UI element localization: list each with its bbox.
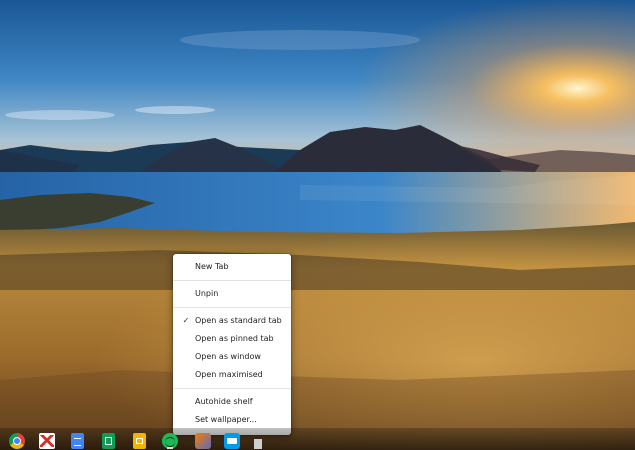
menu-item-label: Open as pinned tab — [195, 334, 274, 343]
menu-item-unpin[interactable]: Unpin — [173, 285, 291, 303]
gmail-icon[interactable] — [39, 433, 55, 449]
menu-item-autohide-shelf[interactable]: Autohide shelf — [173, 393, 291, 411]
checkmark-icon: ✓ — [182, 316, 190, 325]
menu-item-label: Open as window — [195, 352, 261, 361]
menu-item-label: New Tab — [195, 262, 229, 271]
menu-item-open-as-window[interactable]: Open as window — [173, 348, 291, 366]
app-icon[interactable] — [254, 439, 262, 449]
chrome-icon[interactable] — [9, 433, 25, 449]
menu-separator — [173, 280, 291, 281]
menu-item-open-maximised[interactable]: Open maximised — [173, 366, 291, 384]
active-app-indicator — [167, 447, 173, 449]
menu-item-open-as-standard-tab[interactable]: ✓ Open as standard tab — [173, 312, 291, 330]
app-icon[interactable] — [195, 433, 211, 449]
menu-separator — [173, 307, 291, 308]
google-docs-icon[interactable] — [71, 433, 84, 449]
shelf-context-menu: New Tab Unpin ✓ Open as standard tab Ope… — [173, 254, 291, 435]
menu-item-set-wallpaper[interactable]: Set wallpaper... — [173, 411, 291, 429]
menu-item-label: Open as standard tab — [195, 316, 282, 325]
menu-separator — [173, 388, 291, 389]
shelf — [0, 428, 635, 450]
desktop-wallpaper — [0, 0, 635, 450]
menu-item-label: Set wallpaper... — [195, 415, 257, 424]
google-slides-icon[interactable] — [133, 433, 146, 449]
menu-item-label: Open maximised — [195, 370, 263, 379]
menu-item-label: Autohide shelf — [195, 397, 253, 406]
menu-item-label: Unpin — [195, 289, 219, 298]
menu-item-open-as-pinned-tab[interactable]: Open as pinned tab — [173, 330, 291, 348]
google-sheets-icon[interactable] — [102, 433, 115, 449]
menu-item-new-tab[interactable]: New Tab — [173, 258, 291, 276]
app-icon[interactable] — [224, 433, 240, 449]
